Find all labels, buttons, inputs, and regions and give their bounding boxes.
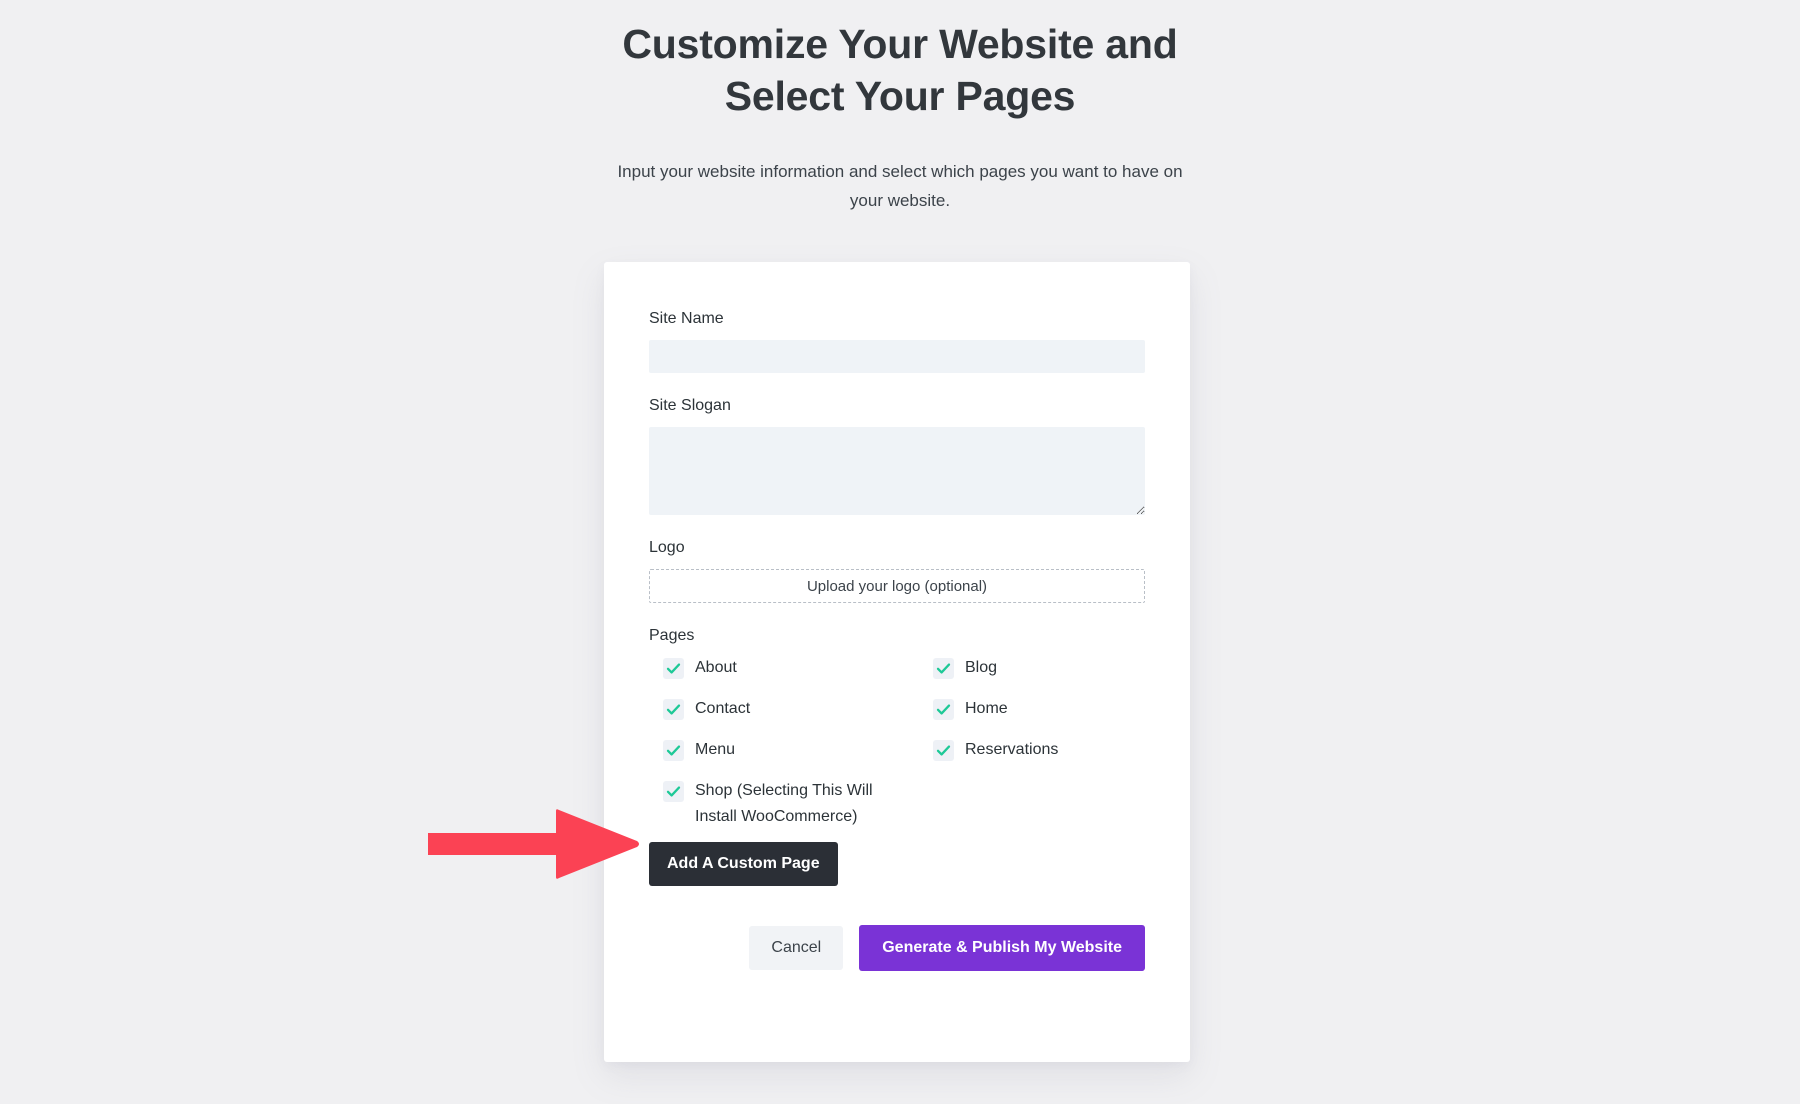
card-actions-row: Cancel Generate & Publish My Website [649, 886, 1145, 971]
cancel-button[interactable]: Cancel [749, 926, 844, 970]
logo-upload-dropzone[interactable]: Upload your logo (optional) [649, 569, 1145, 603]
page-option-label-blog: Blog [965, 659, 998, 676]
page-title-line-1: Customize Your Website and [622, 21, 1178, 67]
page-option-home[interactable]: Home [933, 696, 1145, 737]
checkmark-icon [936, 704, 951, 715]
page-option-blog[interactable]: Blog [933, 655, 1145, 696]
logo-field-group: Logo Upload your logo (optional) [649, 537, 1145, 603]
logo-label: Logo [649, 539, 685, 556]
pages-field-group: Pages About Blog Contact Home Menu Reser… [649, 625, 1145, 830]
logo-upload-text: Upload your logo (optional) [806, 577, 988, 595]
page-option-label-contact: Contact [695, 700, 751, 717]
page-option-about[interactable]: About [663, 655, 933, 696]
page-title-line-2: Select Your Pages [724, 73, 1076, 119]
checkbox-shop[interactable] [663, 781, 684, 802]
customize-website-card: Site Name Site Slogan Logo Upload your l… [604, 262, 1190, 1062]
checkbox-reservations[interactable] [933, 740, 954, 761]
checkbox-blog[interactable] [933, 658, 954, 679]
site-slogan-label: Site Slogan [649, 397, 731, 414]
page-option-label-menu: Menu [695, 741, 736, 758]
checkmark-icon [666, 786, 681, 797]
site-slogan-field-group: Site Slogan [649, 395, 1145, 515]
page-option-label-shop: Shop (Selecting This Will Install WooCom… [695, 782, 873, 825]
page-option-label-home: Home [965, 700, 1008, 717]
pages-label: Pages [649, 627, 695, 644]
page-option-menu[interactable]: Menu [663, 737, 933, 778]
pages-checkbox-grid: About Blog Contact Home Menu Reservation… [649, 655, 1145, 830]
page-option-label-about: About [695, 659, 737, 676]
checkbox-menu[interactable] [663, 740, 684, 761]
page-option-shop[interactable]: Shop (Selecting This Will Install WooCom… [663, 778, 933, 830]
add-custom-page-button[interactable]: Add A Custom Page [649, 842, 838, 886]
site-name-field-group: Site Name [649, 308, 1145, 373]
page-header: Customize Your Website and Select Your P… [0, 0, 1800, 215]
checkmark-icon [936, 745, 951, 756]
generate-publish-button[interactable]: Generate & Publish My Website [859, 925, 1145, 971]
checkmark-icon [666, 745, 681, 756]
checkmark-icon [936, 663, 951, 674]
add-custom-page-row: Add A Custom Page [649, 830, 1145, 886]
checkmark-icon [666, 663, 681, 674]
checkbox-about[interactable] [663, 658, 684, 679]
checkmark-icon [666, 704, 681, 715]
page-root: Customize Your Website and Select Your P… [0, 0, 1800, 1104]
page-title: Customize Your Website and Select Your P… [0, 0, 1800, 122]
checkbox-contact[interactable] [663, 699, 684, 720]
page-option-contact[interactable]: Contact [663, 696, 933, 737]
page-option-reservations[interactable]: Reservations [933, 737, 1145, 778]
page-subtitle: Input your website information and selec… [617, 162, 1183, 210]
site-name-input[interactable] [649, 340, 1145, 373]
site-name-label: Site Name [649, 310, 724, 327]
card-content: Site Name Site Slogan Logo Upload your l… [604, 262, 1190, 971]
checkbox-home[interactable] [933, 699, 954, 720]
site-slogan-textarea[interactable] [649, 427, 1145, 515]
page-option-label-reservations: Reservations [965, 741, 1059, 758]
